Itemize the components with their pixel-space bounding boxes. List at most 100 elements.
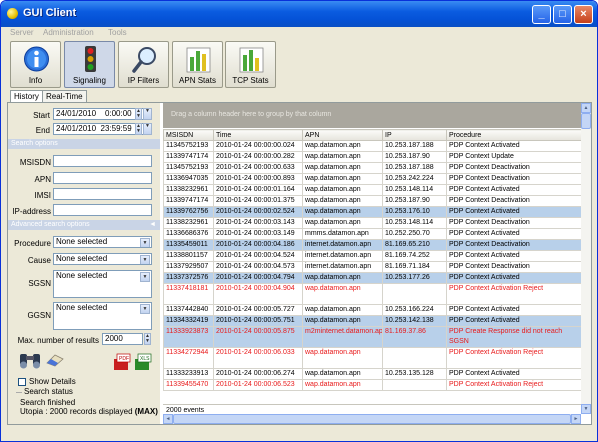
column-header[interactable]: IP bbox=[382, 129, 447, 141]
export-pdf-icon[interactable]: PDF bbox=[113, 353, 131, 371]
cell-msisdn: 11337442840 bbox=[163, 304, 214, 316]
apn-field[interactable] bbox=[53, 172, 152, 184]
table-row[interactable]: 11339455470 2010-01-24 00:00:06.523 wap.da… bbox=[163, 379, 581, 391]
cell-apn: internet.datamon.apn bbox=[302, 250, 383, 262]
tab-history[interactable]: History bbox=[10, 90, 43, 102]
table-row[interactable]: 11337442840 2010-01-24 00:00:05.727 wap.da… bbox=[163, 304, 581, 316]
vertical-scrollbar[interactable]: ▲ ▼ bbox=[581, 103, 591, 414]
cell-proc: PDP Context Activated bbox=[446, 206, 581, 218]
procedure-select[interactable]: None selected ▼ bbox=[53, 236, 152, 248]
export-excel-icon[interactable]: XLS bbox=[134, 353, 152, 371]
column-header[interactable]: APN bbox=[302, 129, 383, 141]
vertical-scroll-thumb[interactable] bbox=[581, 113, 591, 129]
table-row[interactable]: 11338232961 2010-01-24 00:00:03.143 wap.da… bbox=[163, 217, 581, 229]
table-row[interactable]: 11338801157 2010-01-24 00:00:04.524 intern… bbox=[163, 250, 581, 262]
ggsn-select[interactable]: None selected ▼ bbox=[53, 302, 152, 330]
table-row[interactable]: 11345752193 2010-01-24 00:00:00.024 wap.da… bbox=[163, 140, 581, 152]
cell-apn: wap.datamon.apn bbox=[302, 184, 383, 196]
menu-server[interactable]: Server bbox=[10, 28, 34, 37]
sgsn-label: SGSN bbox=[28, 279, 51, 288]
signaling-button[interactable]: Signaling bbox=[64, 41, 115, 88]
cell-apn: m2minternet.datamon.apn bbox=[302, 326, 383, 348]
menu-tools[interactable]: Tools bbox=[108, 28, 127, 37]
bar-chart-icon bbox=[239, 47, 264, 73]
column-header[interactable]: MSISDN bbox=[163, 129, 214, 141]
cell-time: 2010-01-24 00:00:06.033 bbox=[213, 347, 303, 369]
column-header[interactable]: Procedure bbox=[446, 129, 581, 141]
cause-select[interactable]: None selected ▼ bbox=[53, 253, 152, 265]
search-options-header[interactable]: Search options bbox=[8, 139, 160, 149]
max-results-stepper[interactable]: ▲ ▼ bbox=[144, 333, 151, 345]
apn-stats-button[interactable]: APN Stats bbox=[172, 41, 223, 88]
table-row[interactable]: 11339762756 2010-01-24 00:00:02.524 wap.da… bbox=[163, 206, 581, 218]
table-row[interactable]: 11339747174 2010-01-24 00:00:00.282 wap.da… bbox=[163, 151, 581, 163]
info-icon bbox=[24, 46, 49, 72]
cell-proc: PDP Context Activation Reject bbox=[446, 379, 581, 391]
msisdn-label: MSISDN bbox=[19, 158, 51, 167]
sgsn-select[interactable]: None selected ▼ bbox=[53, 270, 152, 298]
scroll-right-icon[interactable]: ► bbox=[571, 414, 581, 424]
scroll-up-icon[interactable]: ▲ bbox=[581, 103, 591, 113]
table-row[interactable]: 11334272944 2010-01-24 00:00:06.033 wap.da… bbox=[163, 347, 581, 369]
cell-msisdn: 11345752193 bbox=[163, 140, 214, 152]
ip-address-field[interactable] bbox=[53, 204, 152, 216]
cell-proc: PDP Context Activated bbox=[446, 140, 581, 152]
table-row[interactable]: 11337418181 2010-01-24 00:00:04.904 wap.da… bbox=[163, 283, 581, 305]
cell-msisdn: 11334332419 bbox=[163, 315, 214, 327]
cell-apn: wap.datamon.apn bbox=[302, 368, 383, 380]
minimize-button[interactable]: _ bbox=[532, 5, 551, 24]
cell-proc: PDP Context Deactivation bbox=[446, 217, 581, 229]
table-row[interactable]: 11335459011 2010-01-24 00:00:04.186 intern… bbox=[163, 239, 581, 251]
info-button[interactable]: Info bbox=[10, 41, 61, 88]
chevron-down-icon: ▼ bbox=[140, 255, 150, 264]
column-header[interactable]: Time bbox=[213, 129, 303, 141]
table-row[interactable]: 11339747174 2010-01-24 00:00:01.375 wap.da… bbox=[163, 195, 581, 207]
close-button[interactable]: × bbox=[574, 5, 593, 24]
group-by-panel[interactable]: Drag a column header here to group by th… bbox=[163, 103, 591, 128]
cell-msisdn: 11345752193 bbox=[163, 162, 214, 174]
scroll-left-icon[interactable]: ◄ bbox=[163, 414, 173, 424]
tcp-stats-label: TCP Stats bbox=[232, 76, 269, 85]
menu-administration[interactable]: Administration bbox=[43, 28, 94, 37]
advanced-search-options-header[interactable]: Advanced search options ◄ bbox=[8, 220, 160, 230]
cell-ip bbox=[382, 347, 447, 369]
table-row[interactable]: 11336947035 2010-01-24 00:00:00.893 wap.da… bbox=[163, 173, 581, 185]
show-details-label: Show Details bbox=[29, 377, 76, 386]
max-results-field[interactable]: 2000 bbox=[102, 333, 143, 345]
menu-bar: Server Administration Tools bbox=[1, 27, 597, 39]
cell-apn: wap.datamon.apn bbox=[302, 315, 383, 327]
eraser-icon[interactable] bbox=[45, 353, 65, 367]
horizontal-scroll-thumb[interactable] bbox=[173, 414, 571, 424]
cell-time: 2010-01-24 00:00:04.904 bbox=[213, 283, 303, 305]
scroll-down-icon[interactable]: ▼ bbox=[581, 404, 591, 414]
start-calendar-dropdown[interactable]: ▼ bbox=[143, 108, 152, 120]
table-row[interactable]: 11333923873 2010-01-24 00:00:05.875 m2mint… bbox=[163, 326, 581, 348]
tcp-stats-button[interactable]: TCP Stats bbox=[225, 41, 276, 88]
msisdn-field[interactable] bbox=[53, 155, 152, 167]
horizontal-scrollbar[interactable]: ◄ ► bbox=[163, 414, 581, 424]
cell-proc: PDP Context Activated bbox=[446, 304, 581, 316]
imsi-field[interactable] bbox=[53, 188, 152, 200]
cell-apn: wap.datamon.apn bbox=[302, 379, 383, 391]
cell-time: 2010-01-24 00:00:00.633 bbox=[213, 162, 303, 174]
start-time-stepper[interactable]: ▲ ▼ bbox=[135, 108, 142, 120]
binoculars-icon[interactable] bbox=[18, 351, 42, 369]
cell-apn: wap.datamon.apn bbox=[302, 162, 383, 174]
title-bar[interactable]: GUI Client _ □ × bbox=[1, 1, 597, 27]
table-row[interactable]: 11345752193 2010-01-24 00:00:00.633 wap.da… bbox=[163, 162, 581, 174]
end-calendar-dropdown[interactable]: ▼ bbox=[143, 123, 152, 135]
toolbar: Info Signaling IP Filters APN Stats TCP … bbox=[1, 39, 597, 90]
show-details-checkbox[interactable] bbox=[18, 378, 26, 386]
table-row[interactable]: 11337929507 2010-01-24 00:00:04.573 intern… bbox=[163, 261, 581, 273]
cell-msisdn: 11333233913 bbox=[163, 368, 214, 380]
end-time-stepper[interactable]: ▲ ▼ bbox=[135, 123, 142, 135]
ip-filters-button[interactable]: IP Filters bbox=[118, 41, 169, 88]
table-row[interactable]: 11334332419 2010-01-24 00:00:05.751 wap.da… bbox=[163, 315, 581, 327]
table-row[interactable]: 11333233913 2010-01-24 00:00:06.274 wap.da… bbox=[163, 368, 581, 380]
table-row[interactable]: 11336686376 2010-01-24 00:00:03.149 mmms.d… bbox=[163, 228, 581, 240]
start-label: Start bbox=[33, 111, 50, 120]
table-row[interactable]: 11337372576 2010-01-24 00:00:04.794 wap.da… bbox=[163, 272, 581, 284]
tab-real-time[interactable]: Real-Time bbox=[42, 90, 87, 102]
maximize-button[interactable]: □ bbox=[553, 5, 572, 24]
table-row[interactable]: 11338232961 2010-01-24 00:00:01.164 wap.da… bbox=[163, 184, 581, 196]
